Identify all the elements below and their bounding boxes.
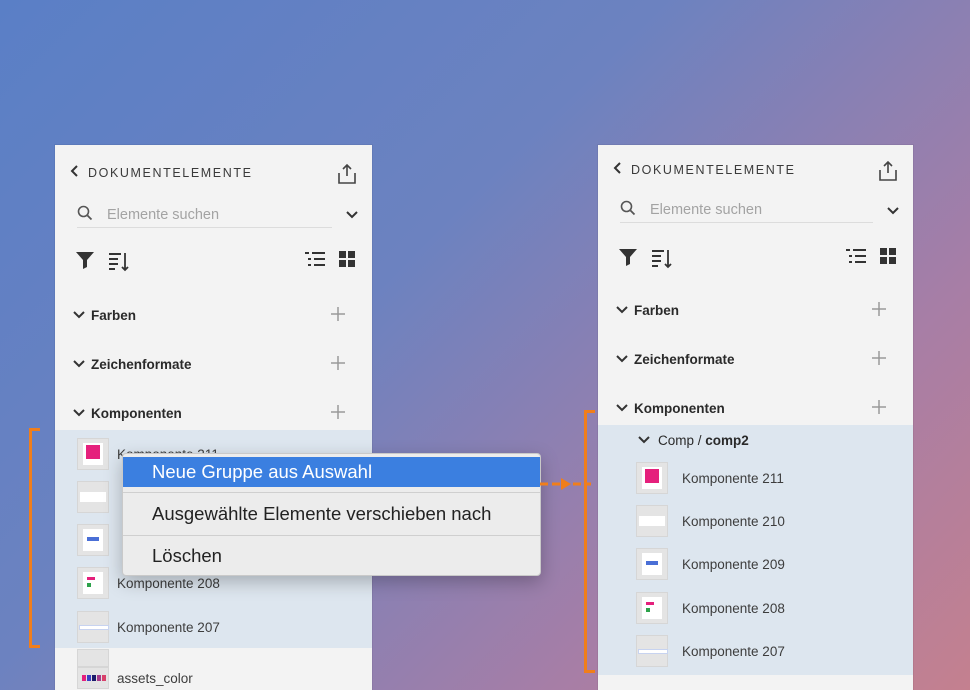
list-item[interactable] xyxy=(77,649,117,667)
chevron-down-icon[interactable] xyxy=(887,203,899,221)
component-thumbnail xyxy=(77,649,109,667)
component-thumbnail xyxy=(77,438,109,470)
list-view-icon[interactable] xyxy=(845,247,867,272)
section-farben[interactable]: Farben xyxy=(616,299,893,321)
search-field[interactable]: Elemente suchen xyxy=(620,198,873,223)
chevron-down-icon xyxy=(616,352,628,367)
item-label: assets_color xyxy=(117,670,193,686)
filter-icon[interactable] xyxy=(75,250,95,277)
item-label: Komponente 208 xyxy=(682,600,785,616)
back-chevron-icon[interactable] xyxy=(613,162,623,177)
component-thumbnail xyxy=(77,567,109,599)
search-icon xyxy=(620,200,636,221)
list-item[interactable]: Komponente 207 xyxy=(636,634,785,668)
back-chevron-icon[interactable] xyxy=(70,165,80,180)
menu-item-delete[interactable]: Löschen xyxy=(123,541,540,571)
sort-icon[interactable] xyxy=(650,247,672,274)
section-label: Zeichenformate xyxy=(91,356,192,372)
section-farben[interactable]: Farben xyxy=(73,304,352,326)
share-icon[interactable] xyxy=(336,163,358,190)
list-item[interactable]: Komponente 210 xyxy=(636,504,785,538)
section-zeichenformate[interactable]: Zeichenformate xyxy=(73,353,352,375)
item-label: Komponente 207 xyxy=(682,643,785,659)
grid-view-icon[interactable] xyxy=(879,247,897,272)
component-thumbnail xyxy=(636,505,668,537)
component-thumbnail xyxy=(636,462,668,494)
list-item[interactable]: Komponente 208 xyxy=(636,591,785,625)
group-path: Comp / xyxy=(658,433,706,448)
chevron-down-icon xyxy=(73,357,85,372)
menu-item-new-group[interactable]: Neue Gruppe aus Auswahl xyxy=(123,457,540,487)
section-label: Komponenten xyxy=(91,405,182,421)
chevron-down-icon[interactable] xyxy=(346,207,358,225)
group-name: comp2 xyxy=(705,433,749,448)
component-thumbnail xyxy=(636,635,668,667)
list-item[interactable]: Komponente 207 xyxy=(77,610,220,644)
item-label: Komponente 210 xyxy=(682,513,785,529)
chevron-down-icon xyxy=(73,406,85,421)
grid-view-icon[interactable] xyxy=(338,250,356,275)
component-thumbnail xyxy=(77,611,109,643)
component-thumbnail xyxy=(636,592,668,624)
add-icon[interactable] xyxy=(871,350,887,369)
left-assets-panel: DOKUMENTELEMENTE Elemente suchen Farben xyxy=(55,145,372,690)
search-input[interactable]: Elemente suchen xyxy=(650,202,762,218)
add-icon[interactable] xyxy=(871,399,887,418)
panel-header: DOKUMENTELEMENTE xyxy=(613,162,796,177)
add-icon[interactable] xyxy=(330,404,346,423)
sort-icon[interactable] xyxy=(107,250,129,277)
menu-item-move-to[interactable]: Ausgewählte Elemente verschieben nach xyxy=(123,499,540,529)
section-label: Komponenten xyxy=(634,400,725,416)
item-label: Komponente 208 xyxy=(117,575,220,591)
component-thumbnail xyxy=(77,481,109,513)
section-label: Farben xyxy=(91,307,137,323)
list-item[interactable] xyxy=(77,523,117,557)
add-icon[interactable] xyxy=(871,301,887,320)
chevron-down-icon xyxy=(616,401,628,416)
filter-icon[interactable] xyxy=(618,247,638,274)
list-item[interactable]: assets_color xyxy=(77,666,193,690)
panel-title: DOKUMENTELEMENTE xyxy=(631,162,796,177)
menu-separator xyxy=(123,535,540,536)
list-item[interactable] xyxy=(77,480,117,514)
selection-bracket-left xyxy=(29,428,40,648)
search-icon xyxy=(77,205,93,226)
item-label: Komponente 211 xyxy=(682,470,784,486)
chevron-down-icon xyxy=(638,433,650,448)
section-komponenten[interactable]: Komponenten xyxy=(616,397,893,419)
section-komponenten[interactable]: Komponenten xyxy=(73,402,352,424)
selection-bracket-right xyxy=(584,410,595,673)
right-assets-panel: DOKUMENTELEMENTE Elemente suchen Farben xyxy=(598,145,913,690)
item-label: Komponente 209 xyxy=(682,556,785,572)
component-thumbnail xyxy=(636,548,668,580)
search-field[interactable]: Elemente suchen xyxy=(77,203,332,228)
component-thumbnail xyxy=(77,524,109,556)
section-zeichenformate[interactable]: Zeichenformate xyxy=(616,348,893,370)
list-item[interactable]: Komponente 209 xyxy=(636,547,785,581)
add-icon[interactable] xyxy=(330,306,346,325)
context-menu: Neue Gruppe aus Auswahl Ausgewählte Elem… xyxy=(122,453,541,576)
add-icon[interactable] xyxy=(330,355,346,374)
chevron-down-icon xyxy=(73,308,85,323)
chevron-down-icon xyxy=(616,303,628,318)
menu-separator xyxy=(123,492,540,493)
component-group[interactable]: Comp / comp2 xyxy=(638,433,749,448)
list-item[interactable]: Komponente 211 xyxy=(636,461,784,495)
list-view-icon[interactable] xyxy=(304,250,326,275)
panel-header: DOKUMENTELEMENTE xyxy=(70,165,253,180)
section-label: Farben xyxy=(634,302,680,318)
section-label: Zeichenformate xyxy=(634,351,735,367)
share-icon[interactable] xyxy=(877,160,899,187)
panel-title: DOKUMENTELEMENTE xyxy=(88,165,253,180)
item-label: Komponente 207 xyxy=(117,619,220,635)
color-assets-thumbnail xyxy=(77,667,109,689)
search-input[interactable]: Elemente suchen xyxy=(107,207,219,223)
